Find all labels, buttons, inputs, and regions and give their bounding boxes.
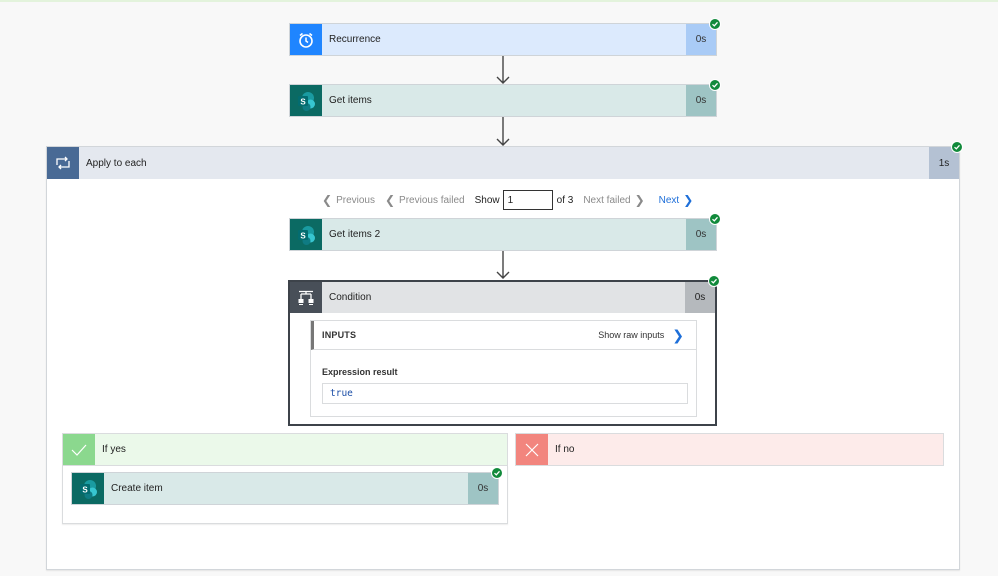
step-get-items-2[interactable]: S Get items 2 0s [289,218,717,251]
chevron-right-icon: ❯ [634,193,645,207]
branch-title: If no [548,434,943,465]
step-title: Condition [322,282,685,313]
branch-title: If yes [95,434,507,465]
success-check-icon [709,213,721,225]
condition-header[interactable]: Condition 0s [290,282,715,313]
show-raw-inputs-label: Show raw inputs [598,330,665,340]
next-failed-button[interactable]: Next failed ❯ [583,194,644,206]
step-get-items[interactable]: S Get items 0s [289,84,717,117]
chevron-right-icon: ❯ [672,326,684,343]
success-check-icon [708,275,720,287]
branch-if-no[interactable]: If no [515,433,944,466]
of-total-label: of 3 [556,194,574,206]
next-label: Next [658,194,680,206]
alarm-clock-icon [290,24,322,55]
previous-failed-button[interactable]: ❮ Previous failed [385,194,465,206]
chevron-left-icon: ❮ [384,193,396,207]
svg-text:S: S [300,97,306,106]
sharepoint-icon: S [290,85,322,116]
condition-icon [290,282,322,313]
previous-label: Previous [336,194,375,206]
arrow-down-icon [496,117,510,146]
show-raw-inputs-link[interactable]: Show raw inputs ❯ [598,327,684,344]
previous-button[interactable]: ❮ Previous [322,194,375,206]
expression-result-value: true [322,383,688,404]
success-check-icon [951,141,963,153]
apply-to-each-header[interactable]: Apply to each 1s [47,147,959,179]
step-title: Recurrence [322,24,686,55]
chevron-right-icon: ❯ [683,193,694,207]
inputs-panel: INPUTS Show raw inputs ❯ Expression resu… [310,320,697,417]
success-check-icon [491,467,503,479]
step-condition: Condition 0s INPUTS Show raw inputs ❯ Ex… [288,280,717,426]
loop-icon [47,147,79,179]
svg-text:S: S [82,485,88,494]
step-title: Get items 2 [322,219,686,250]
arrow-down-icon [496,251,510,279]
iteration-pager: ❮ Previous ❮ Previous failed Show of 3 N… [322,189,693,211]
chevron-left-icon: ❮ [322,193,333,207]
top-status-line [0,0,998,2]
show-label: Show [474,194,500,206]
step-duration: 0s [685,282,715,313]
step-recurrence[interactable]: Recurrence 0s [289,23,717,56]
step-create-item[interactable]: S Create item 0s [71,472,499,505]
sharepoint-icon: S [290,219,322,250]
next-button[interactable]: Next ❯ [659,194,694,206]
x-icon [516,434,548,465]
inputs-label: INPUTS [322,330,357,340]
success-check-icon [709,18,721,30]
iteration-input[interactable] [502,190,553,210]
step-title: Create item [104,473,468,504]
step-title: Get items [322,85,686,116]
branch-if-yes[interactable]: If yes [62,433,508,466]
checkmark-icon [63,434,95,465]
next-failed-label: Next failed [583,194,631,206]
expression-result-label: Expression result [322,367,398,377]
success-check-icon [709,79,721,91]
step-title: Apply to each [86,157,147,169]
inputs-header: INPUTS Show raw inputs ❯ [311,321,696,350]
arrow-down-icon [496,56,510,84]
previous-failed-label: Previous failed [399,194,465,206]
sharepoint-icon: S [72,473,104,504]
svg-text:S: S [300,231,306,240]
